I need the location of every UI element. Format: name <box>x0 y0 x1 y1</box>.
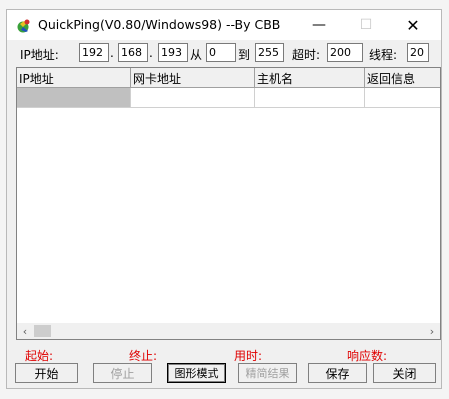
minimize-icon: — <box>312 17 326 33</box>
window-title: QuickPing(V0.80/Windows98) --By CBB <box>38 17 281 32</box>
close-icon: ✕ <box>406 15 420 35</box>
maximize-button[interactable]: ☐ <box>346 13 386 37</box>
ip-dot-1: . <box>110 46 114 60</box>
scroll-right-icon[interactable]: › <box>424 323 440 339</box>
close-button[interactable]: 关闭 <box>373 363 436 383</box>
table-cell[interactable] <box>255 88 365 108</box>
app-window: QuickPing(V0.80/Windows98) --By CBB — ☐ … <box>6 9 442 389</box>
end-time-label: 终止: <box>129 349 158 363</box>
from-input[interactable] <box>206 43 236 62</box>
column-header-ip[interactable]: IP地址 <box>17 68 131 88</box>
table-header: IP地址 网卡地址 主机名 返回信息 <box>17 68 440 88</box>
ip-octet-3-input[interactable] <box>158 43 188 62</box>
close-window-button[interactable]: ✕ <box>393 13 433 37</box>
column-header-mac[interactable]: 网卡地址 <box>131 68 255 88</box>
app-logo-icon <box>17 19 30 33</box>
start-time-label: 起始: <box>25 349 54 363</box>
table-row[interactable] <box>17 88 440 108</box>
simplify-results-button[interactable]: 精简结果 <box>238 363 297 383</box>
threads-input[interactable] <box>407 43 429 62</box>
elapsed-label: 用时: <box>234 349 263 363</box>
start-button[interactable]: 开始 <box>15 363 78 383</box>
table-cell[interactable] <box>17 88 131 108</box>
from-label: 从 <box>190 48 203 62</box>
timeout-input[interactable] <box>327 43 363 62</box>
title-bar[interactable]: QuickPing(V0.80/Windows98) --By CBB — ☐ … <box>7 10 441 40</box>
timeout-label: 超时: <box>292 48 321 62</box>
responses-label: 响应数: <box>347 349 388 363</box>
ip-octet-1-input[interactable] <box>79 43 109 62</box>
horizontal-scrollbar[interactable]: ‹ › <box>17 323 440 339</box>
column-header-response[interactable]: 返回信息 <box>365 68 440 88</box>
ip-label: IP地址: <box>20 48 59 62</box>
ip-octet-2-input[interactable] <box>118 43 148 62</box>
threads-label: 线程: <box>369 48 398 62</box>
table-cell[interactable] <box>131 88 255 108</box>
scroll-left-icon[interactable]: ‹ <box>17 323 33 339</box>
ip-dot-2: . <box>149 46 153 60</box>
column-header-hostname[interactable]: 主机名 <box>255 68 365 88</box>
maximize-icon: ☐ <box>359 17 373 33</box>
table-cell[interactable] <box>365 88 440 108</box>
stop-button[interactable]: 停止 <box>93 363 152 383</box>
results-table[interactable]: IP地址 网卡地址 主机名 返回信息 ‹ › <box>16 67 441 340</box>
graph-mode-button[interactable]: 图形模式 <box>167 363 226 383</box>
minimize-button[interactable]: — <box>299 13 339 37</box>
to-input[interactable] <box>255 43 284 62</box>
toolbar: IP地址: . . 从 到 超时: 线程: <box>7 43 441 65</box>
scrollbar-thumb[interactable] <box>34 325 51 337</box>
to-label: 到 <box>238 48 251 62</box>
save-button[interactable]: 保存 <box>308 363 367 383</box>
